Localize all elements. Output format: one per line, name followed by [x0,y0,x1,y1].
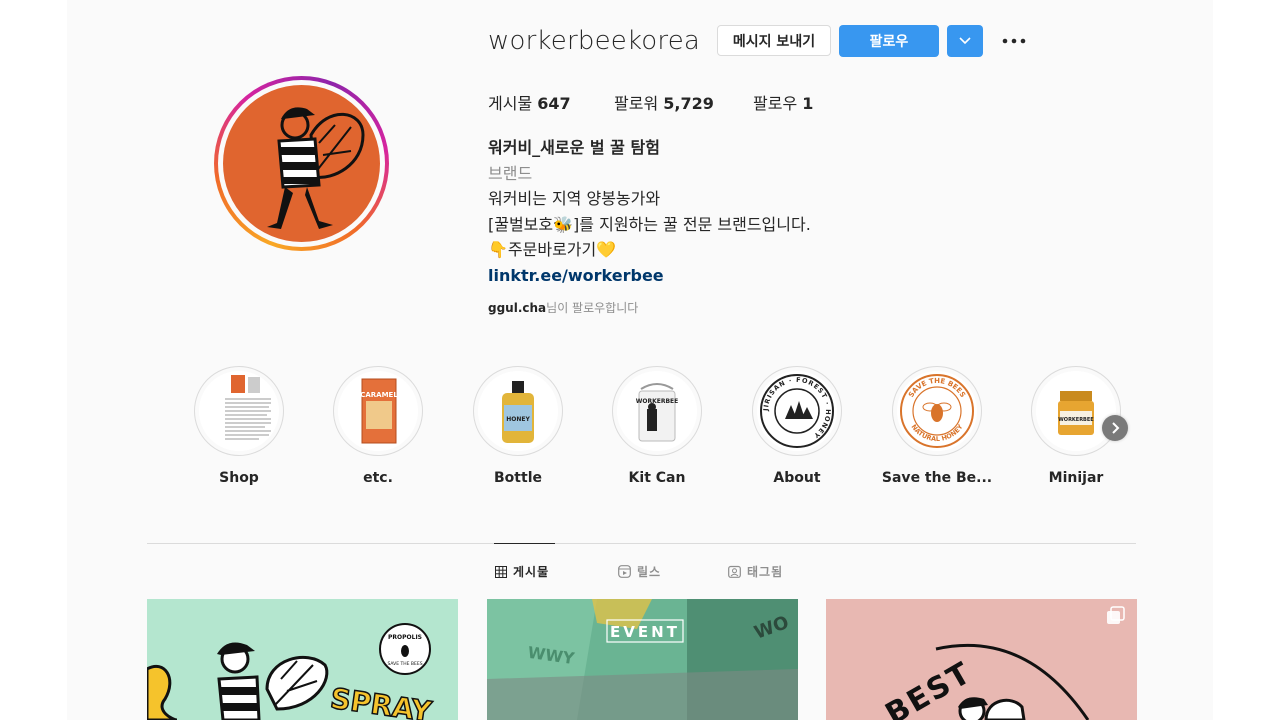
post-thumbnail[interactable]: BEST [826,599,1137,720]
highlight-label: Bottle [494,470,542,486]
highlight-label: Shop [219,470,259,486]
worker-bee-mascot-icon [267,107,365,229]
more-options-button[interactable] [1000,30,1028,52]
reels-icon [618,565,631,578]
highlight-shop[interactable]: Shop [179,366,299,486]
post-thumbnail[interactable]: WWY WO EVENT [487,599,798,720]
profile-username: workerbeekorea [488,26,701,56]
profile-category: 브랜드 [488,163,533,183]
profile-avatar [223,85,380,242]
profile-full-name: 워커비_새로운 벌 꿀 탐험 [488,138,660,157]
profile-bio: 워커비_새로운 벌 꿀 탐험 브랜드 워커비는 지역 양봉농가와 [꿀벌보호🐝]… [488,135,1088,288]
highlights-next-button[interactable] [1102,415,1128,441]
highlight-save-the-bees-cover: SAVE THE BEES NATURAL HONEY [897,371,977,451]
bio-website-link[interactable]: linktr.ee/workerbee [488,263,1088,289]
chevron-down-icon [959,37,971,45]
highlight-etc-cover: CARAMEL [338,371,418,451]
follow-button[interactable]: 팔로우 [839,25,939,57]
bee-emoji-icon: 🐝 [553,214,574,234]
highlight-about[interactable]: JIRISAN · FOREST · HONEY About [737,366,857,486]
bottle-label-text: HONEY [506,416,530,423]
highlight-about-cover: JIRISAN · FOREST · HONEY [757,371,837,451]
post-propolis-badge-text: PROPOLIS [388,634,422,641]
highlight-bottle[interactable]: HONEY Bottle [458,366,578,486]
more-dots-icon [1002,38,1026,44]
highlight-label: Kit Can [628,470,686,486]
tab-tagged[interactable]: 태그됨 [728,563,783,580]
caramel-label-text: CARAMEL [360,391,398,399]
highlight-kit-can[interactable]: WORKERBEE Kit Can [597,366,717,486]
tagged-icon [728,565,741,578]
suggested-accounts-dropdown-button[interactable] [947,25,983,57]
bio-line: [꿀벌보호🐝]를 지원하는 꿀 전문 브랜드입니다. [488,214,811,234]
minijar-label-text: WORKERBEE [1058,417,1094,423]
tabs-divider [147,543,1136,544]
highlight-shop-cover [199,371,279,451]
highlight-bottle-cover: HONEY [478,371,558,451]
profile-avatar-story-ring[interactable] [214,76,389,251]
pointing-down-emoji-icon: 👇 [488,240,508,259]
followed-by-note[interactable]: ggul.cha님이 팔로우합니다 [488,299,638,316]
highlight-label: Minijar [1048,470,1104,486]
highlight-label: etc. [363,470,393,486]
yellow-heart-emoji-icon: 💛 [596,240,617,259]
grid-icon [495,565,507,578]
followers-stat[interactable]: 팔로워 5,729 [614,90,714,114]
tab-reels[interactable]: 릴스 [618,563,661,580]
message-button[interactable]: 메시지 보내기 [717,25,831,56]
tab-posts[interactable]: 게시물 [495,563,549,580]
highlight-minijar-cover: WORKERBEE [1036,371,1116,451]
post-propolis-badge-subtext: SAVE THE BEES [387,661,422,667]
post-thumbnail[interactable]: SPRAY PROPOLIS SAVE THE BEES [147,599,458,720]
highlight-kit-can-cover: WORKERBEE [617,371,697,451]
post-spray-text: SPRAY [328,682,434,720]
bio-line: 워커비는 지역 양봉농가와 [488,189,661,208]
highlight-label: Save the Be... [881,470,993,486]
bio-line: 👇주문바로가기💛 [488,240,617,259]
post-event-text: EVENT [610,623,680,641]
active-tab-indicator [494,543,555,544]
posts-stat: 게시물 647 [488,94,571,113]
profile-page: workerbeekorea 메시지 보내기 팔로우 게시물 647 팔로워 5… [67,0,1213,720]
chevron-right-icon [1112,422,1120,434]
following-stat[interactable]: 팔로우 1 [753,90,813,114]
highlight-label: About [773,470,821,486]
kit-can-label-text: WORKERBEE [636,398,678,405]
highlight-etc[interactable]: CARAMEL etc. [318,366,438,486]
highlight-save-the-bees[interactable]: SAVE THE BEES NATURAL HONEY Save the Be.… [877,366,997,486]
